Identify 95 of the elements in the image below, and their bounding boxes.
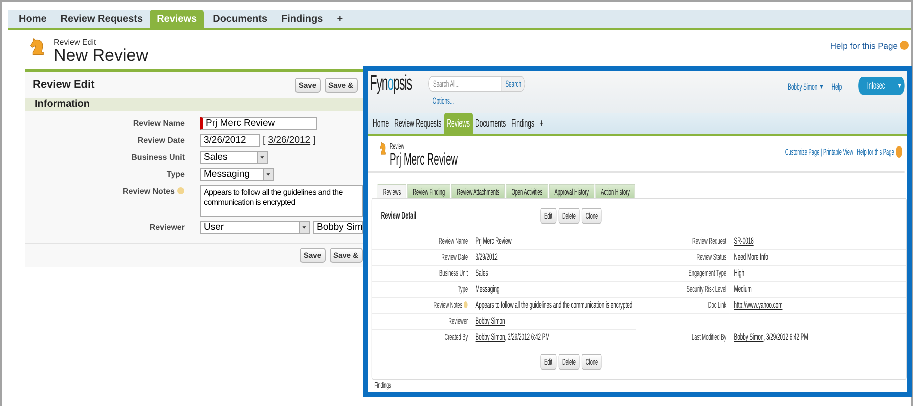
action-button[interactable]: Clone [582, 208, 602, 224]
sub-tab[interactable]: Review Attachments [452, 184, 506, 198]
detail-value: Prj Merc Review [476, 236, 512, 246]
options-link[interactable]: Options... [432, 96, 526, 106]
action-button[interactable]: Delete [558, 208, 580, 224]
detail-value: Appears to follow all the guidelines and the communication is encrypted [476, 300, 633, 310]
select-dropdown[interactable]: Messaging [200, 168, 274, 181]
detail-label: Created By [444, 332, 468, 342]
action-button[interactable]: Clone [582, 354, 602, 370]
field-label: Type [166, 170, 185, 181]
detail-value: Sales [476, 268, 488, 278]
detail-link[interactable]: http://www.yahoo.com [734, 300, 783, 310]
page-title: Prj Merc Review [390, 151, 460, 169]
search-button[interactable]: Search [502, 77, 525, 91]
field-label: Reviewer [150, 223, 185, 234]
page-title: New Review [54, 47, 150, 65]
nav-tab[interactable]: Review Requests [392, 113, 444, 134]
detail-link[interactable]: Bobby Simon [476, 316, 506, 326]
page-link[interactable]: Customize Page [785, 147, 820, 157]
today-date-link[interactable]: 3/26/2012 [268, 135, 311, 146]
detail-label: Type [458, 284, 468, 294]
caret-icon [263, 169, 273, 180]
caret-icon [299, 222, 309, 233]
link-separator: | [854, 147, 857, 157]
action-button[interactable]: Edit [540, 354, 556, 370]
field-label: Business Unit [132, 153, 185, 164]
help-icon[interactable] [900, 41, 909, 50]
page-link[interactable]: Help for this Page [857, 147, 894, 157]
select-dropdown[interactable]: User [200, 221, 310, 234]
lookup-field[interactable]: Bobby Sim [313, 221, 363, 234]
detail-value: 3/29/2012 [476, 252, 498, 262]
nav-tab[interactable]: + [330, 10, 350, 28]
field-label: Review Date [138, 136, 185, 147]
nav-tab[interactable]: Home [12, 10, 54, 28]
detail-label: Last Modified By [692, 332, 727, 342]
review-name-field[interactable]: Prj Merc Review [200, 117, 317, 130]
detail-label: Business Unit [440, 268, 468, 278]
nav-tab[interactable]: Home [370, 113, 392, 134]
user-menu[interactable]: Bobby Simon [788, 82, 824, 92]
link-separator: | [820, 147, 824, 157]
panel-title: Review Edit [33, 79, 96, 91]
detail-link[interactable]: SR-0018 [734, 236, 754, 246]
select-dropdown[interactable]: Sales [200, 151, 268, 164]
nav-tab[interactable]: Review Requests [54, 10, 150, 28]
sub-tab[interactable]: Review Finding [408, 184, 451, 198]
page-link[interactable]: Printable View [824, 147, 854, 157]
info-icon [464, 301, 468, 310]
nav-tab[interactable]: Documents [206, 10, 275, 28]
chess-knight-icon [30, 38, 46, 56]
caret-icon [898, 84, 902, 88]
search-field[interactable]: Search All... Search [428, 76, 526, 92]
detail-label: Engagement Type [688, 268, 727, 278]
detail-label: Doc Link [708, 300, 727, 310]
caret-icon [820, 85, 824, 89]
help-link[interactable]: Help for this Page [830, 41, 898, 51]
detail-label: Security Risk Level [686, 284, 727, 294]
sub-tab[interactable]: Reviews [378, 184, 407, 198]
detail-value: Messaging [476, 284, 500, 294]
sub-tab[interactable]: Open Activities [506, 184, 548, 198]
detail-link[interactable]: Bobby Simon [476, 332, 506, 342]
notes-textarea[interactable]: Appears to follow all the guidelines and the communication is encrypted [200, 185, 363, 217]
breadcrumb: Review [390, 142, 406, 151]
detail-value: Bobby Simon, 3/29/2012 6:42 PM [734, 332, 808, 342]
detail-label: Review Request [692, 236, 727, 246]
panel-title: Review Detail [381, 210, 418, 222]
nav-tab[interactable]: Findings [508, 113, 538, 134]
action-button[interactable]: Edit [540, 208, 556, 224]
detail-value: High [734, 268, 744, 278]
breadcrumb: Review Edit [54, 38, 98, 47]
detail-link[interactable]: Bobby Simon [734, 332, 764, 342]
detail-label: Reviewer [448, 316, 468, 326]
action-button[interactable]: Delete [558, 354, 580, 370]
field-label: Review Notes [122, 187, 175, 198]
app-logo: Fynopsis [370, 72, 414, 96]
info-icon [177, 187, 185, 195]
detail-label: Review Date [442, 252, 468, 262]
detail-label: Review Status [696, 252, 727, 262]
detail-label: Review Notes [434, 300, 463, 310]
nav-tab[interactable]: Findings [274, 10, 330, 28]
detail-value: Need More Info [734, 252, 768, 262]
date-field[interactable]: 3/26/2012 [200, 134, 260, 147]
sub-tab[interactable]: Approval History [549, 184, 595, 198]
today-date-text: [ 3/26/2012 ] [263, 135, 316, 146]
detail-label: Review Name [439, 236, 468, 246]
detail-value: Medium [734, 284, 752, 294]
help-icon[interactable] [896, 146, 903, 158]
caret-icon [257, 152, 267, 163]
sub-tab[interactable]: Action History [596, 184, 636, 198]
nav-tab[interactable]: + [537, 113, 546, 134]
nav-tab[interactable]: Documents [472, 113, 509, 134]
field-label: Review Name [133, 119, 185, 130]
chess-knight-icon [380, 142, 387, 156]
detail-value: Bobby Simon, 3/29/2012 6:42 PM [476, 332, 550, 342]
section-heading: Findings [374, 381, 392, 390]
help-link[interactable]: Help [832, 82, 842, 92]
